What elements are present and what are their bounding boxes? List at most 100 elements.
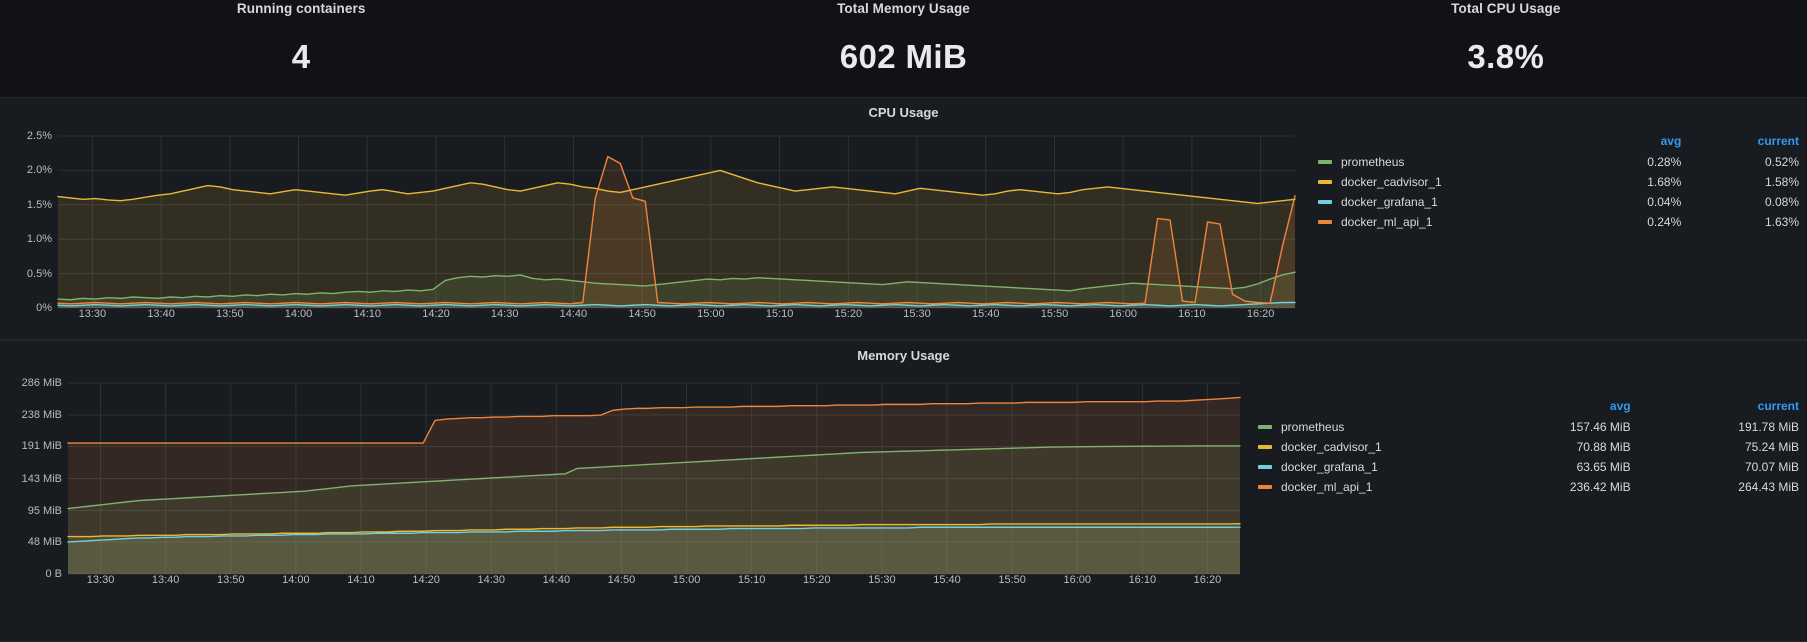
x-axis-tick-label: 15:10 [737, 574, 766, 586]
legend-current-value: 264.43 MiB [1738, 480, 1799, 494]
x-axis-tick-label: 14:40 [559, 308, 588, 320]
memory-x-axis: 13:30 13:40 13:50 14:00 14:10 14:20 14:30 14:40… [0, 574, 1250, 590]
legend-color-swatch-icon[interactable] [1318, 180, 1332, 184]
memory-legend-table: avg current prometheus 157.46 MiB 191.78 M… [1250, 397, 1807, 497]
legend-series-label: docker_cadvisor_1 [1281, 440, 1382, 454]
legend-current-value: 0.08% [1764, 195, 1799, 209]
cpu-legend: avg current prometheus 0.28% 0.52% docker_c… [1310, 126, 1807, 336]
legend-header-current[interactable]: current [1639, 397, 1807, 417]
legend-color-swatch-icon[interactable] [1258, 425, 1272, 429]
x-axis-tick-label: 16:10 [1178, 308, 1206, 320]
legend-series-label: docker_ml_api_1 [1341, 215, 1433, 229]
stat-value: 3.8% [1467, 38, 1545, 75]
legend-series-cell[interactable]: prometheus [1310, 152, 1572, 172]
panel-title: CPU Usage [868, 104, 939, 120]
x-axis-tick-label: 16:10 [1128, 574, 1157, 586]
x-axis-tick-label: 13:40 [147, 308, 175, 320]
x-axis-tick-label: 15:50 [998, 574, 1026, 586]
y-axis-tick-label: 0.5% [26, 267, 52, 280]
legend-color-swatch-icon[interactable] [1258, 445, 1272, 449]
legend-series-cell[interactable]: docker_cadvisor_1 [1250, 437, 1483, 457]
stat-panel-total-memory-usage[interactable]: Total Memory Usage 602 MiB [602, 0, 1204, 97]
legend-avg-value: 70.88 MiB [1576, 440, 1631, 454]
legend-avg-value: 236.42 MiB [1569, 480, 1631, 494]
legend-header-row: avg current [1250, 397, 1807, 417]
legend-row[interactable]: prometheus 157.46 MiB 191.78 MiB [1250, 417, 1807, 437]
x-axis-tick-label: 14:00 [284, 308, 313, 320]
legend-row[interactable]: prometheus 0.28% 0.52% [1310, 152, 1807, 172]
x-axis-tick-label: 14:20 [422, 308, 450, 320]
legend-color-swatch-icon[interactable] [1318, 200, 1332, 204]
stat-title: Total Memory Usage [837, 1, 970, 16]
y-axis-tick-label: 2.5% [26, 130, 52, 142]
x-axis-tick-label: 15:10 [765, 308, 794, 320]
cpu-legend-table: avg current prometheus 0.28% 0.52% docker_c… [1310, 132, 1807, 232]
legend-color-swatch-icon[interactable] [1318, 160, 1332, 164]
x-axis-tick-label: 13:40 [151, 574, 180, 586]
stat-panel-total-cpu-usage[interactable]: Total CPU Usage 3.8% [1205, 0, 1807, 97]
legend-avg-value: 1.68% [1647, 175, 1682, 189]
legend-current-value: 1.63% [1764, 215, 1799, 229]
legend-series-label: docker_grafana_1 [1281, 460, 1378, 474]
legend-row[interactable]: docker_cadvisor_1 70.88 MiB 75.24 MiB [1250, 437, 1807, 457]
legend-color-swatch-icon[interactable] [1258, 485, 1272, 489]
stat-title: Running containers [236, 1, 366, 16]
x-axis-tick-label: 14:40 [542, 574, 571, 586]
legend-row[interactable]: docker_grafana_1 63.65 MiB 70.07 MiB [1250, 457, 1807, 477]
legend-color-swatch-icon[interactable] [1258, 465, 1272, 469]
memory-graph-plot[interactable]: 0 B 48 MiB 95 MiB 143 MiB 191 MiB 238 MiB 286 … [0, 369, 1250, 604]
y-axis-tick-label: 95 MiB [27, 504, 62, 517]
grafana-dashboard: Running containers 4 Total Memory Usage … [0, 0, 1807, 642]
legend-series-cell[interactable]: docker_ml_api_1 [1250, 477, 1483, 497]
y-axis-tick-label: 1.5% [26, 198, 52, 211]
cpu-graph-plot[interactable]: 0% 0.5% 1.0% 1.5% 2.0% 2.5% 13:30 13:40 13:50 14… [0, 126, 1310, 336]
cpu-panel-body: 0% 0.5% 1.0% 1.5% 2.0% 2.5% 13:30 13:40 13:50 14… [0, 126, 1807, 336]
x-axis-tick-label: 16:20 [1246, 308, 1275, 320]
x-axis-tick-label: 15:40 [971, 308, 1000, 320]
cpu-x-axis: 13:30 13:40 13:50 14:00 14:10 14:20 14:30 14:40… [0, 308, 1310, 324]
stat-value: 602 MiB [839, 38, 968, 75]
y-axis-tick-label: 191 MiB [21, 440, 62, 453]
legend-row[interactable]: docker_cadvisor_1 1.68% 1.58% [1310, 172, 1807, 192]
legend-avg-value: 0.24% [1647, 215, 1682, 229]
legend-current-value: 1.58% [1764, 175, 1799, 189]
stat-panel-running-containers[interactable]: Running containers 4 [0, 0, 602, 97]
y-axis-tick-label: 2.0% [26, 164, 52, 177]
y-axis-tick-label: 48 MiB [27, 535, 62, 548]
legend-series-label: docker_ml_api_1 [1281, 480, 1373, 494]
x-axis-tick-label: 14:50 [607, 574, 636, 586]
legend-series-cell[interactable]: docker_ml_api_1 [1310, 212, 1572, 232]
legend-row[interactable]: docker_ml_api_1 0.24% 1.63% [1310, 212, 1807, 232]
memory-panel-body: 0 B 48 MiB 95 MiB 143 MiB 191 MiB 238 MiB 286 … [0, 369, 1807, 604]
legend-row[interactable]: docker_grafana_1 0.04% 0.08% [1310, 192, 1807, 212]
legend-header-avg[interactable]: avg [1572, 132, 1690, 152]
x-axis-tick-label: 15:50 [1040, 308, 1069, 320]
legend-series-cell[interactable]: docker_grafana_1 [1310, 192, 1572, 212]
memory-panel-header: Memory Usage [0, 341, 1807, 369]
legend-avg-value: 63.65 MiB [1576, 460, 1631, 474]
stat-title: Total CPU Usage [1451, 1, 1561, 16]
legend-header-avg[interactable]: avg [1483, 397, 1638, 417]
legend-row[interactable]: docker_ml_api_1 236.42 MiB 264.43 MiB [1250, 477, 1807, 497]
stat-row: Running containers 4 Total Memory Usage … [0, 0, 1807, 97]
legend-current-value: 75.24 MiB [1744, 440, 1799, 454]
legend-color-swatch-icon[interactable] [1318, 220, 1332, 224]
x-axis-tick-label: 15:40 [933, 574, 961, 586]
x-axis-tick-label: 13:30 [86, 574, 115, 586]
memory-y-axis: 0 B 48 MiB 95 MiB 143 MiB 191 MiB 238 MiB 286 … [0, 369, 68, 604]
legend-series-cell[interactable]: prometheus [1250, 417, 1483, 437]
legend-header-series [1310, 132, 1572, 152]
legend-current-value: 0.52% [1764, 155, 1799, 169]
legend-series-cell[interactable]: docker_grafana_1 [1250, 457, 1483, 477]
legend-header-current[interactable]: current [1689, 132, 1807, 152]
legend-avg-value: 157.46 MiB [1569, 420, 1631, 434]
legend-avg-value: 0.04% [1647, 195, 1682, 209]
legend-series-cell[interactable]: docker_cadvisor_1 [1310, 172, 1572, 192]
legend-series-label: prometheus [1341, 155, 1405, 169]
x-axis-tick-label: 13:50 [216, 308, 244, 320]
legend-series-label: docker_cadvisor_1 [1341, 175, 1442, 189]
y-axis-tick-label: 1.0% [26, 233, 52, 246]
legend-header-row: avg current [1310, 132, 1807, 152]
cpu-y-axis: 0% 0.5% 1.0% 1.5% 2.0% 2.5% [0, 126, 58, 336]
y-axis-tick-label: 286 MiB [21, 377, 62, 389]
